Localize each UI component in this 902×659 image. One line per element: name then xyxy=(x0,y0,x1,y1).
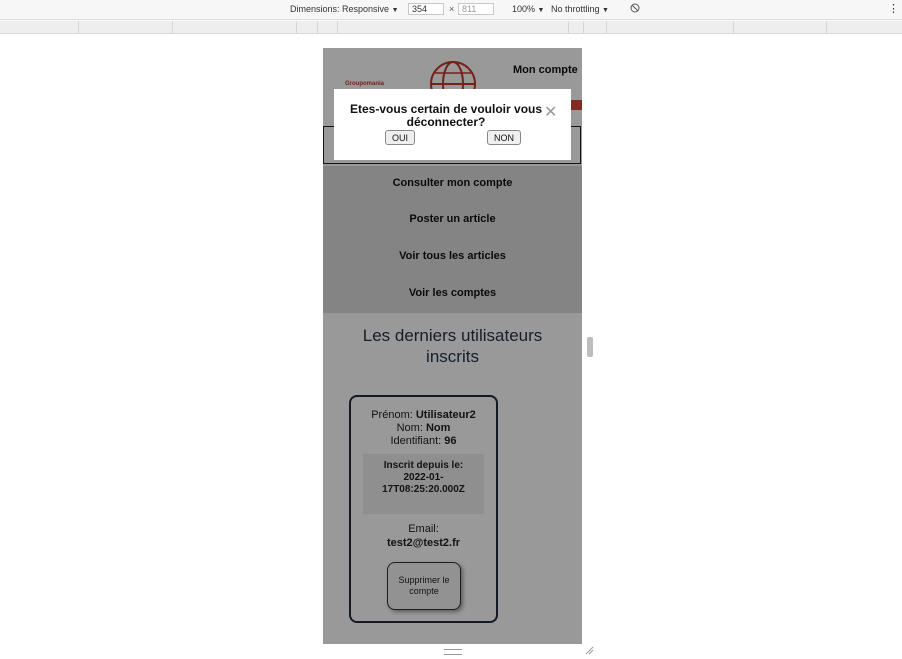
chevron-down-icon: ▼ xyxy=(602,7,609,14)
throttling-label: No throttling xyxy=(551,4,600,14)
times-sign: × xyxy=(449,4,455,14)
close-icon[interactable]: ✕ xyxy=(544,105,557,121)
rotate-icon[interactable] xyxy=(630,3,640,15)
media-query-ruler xyxy=(0,21,902,34)
resize-corner-icon[interactable] xyxy=(585,646,594,655)
zoom-label: 100% xyxy=(512,4,536,14)
dimensions-dropdown[interactable]: Dimensions: Responsive ▼ xyxy=(290,4,399,14)
chevron-down-icon: ▼ xyxy=(391,7,399,14)
confirm-no-button[interactable]: NON xyxy=(487,130,521,145)
zoom-dropdown[interactable]: 100% ▼ xyxy=(512,4,544,14)
throttling-dropdown[interactable]: No throttling ▼ xyxy=(551,4,609,14)
viewport-scrollbar[interactable] xyxy=(587,337,593,357)
dimensions-label: Dimensions: Responsive xyxy=(290,4,390,14)
viewport-height-resize-handle[interactable] xyxy=(444,649,462,655)
width-input[interactable] xyxy=(408,3,444,15)
more-options-icon[interactable]: ⋮ xyxy=(888,2,899,15)
dialog-message: Etes-vous certain de vouloir vous déconn… xyxy=(349,102,543,129)
logout-confirm-dialog: Etes-vous certain de vouloir vous déconn… xyxy=(334,89,571,160)
confirm-yes-button[interactable]: OUI xyxy=(385,130,415,145)
devtools-toolbar: Dimensions: Responsive ▼ × 100% ▼ No thr… xyxy=(0,0,902,20)
mobile-viewport: Groupomania Mon compte Consulter mon com… xyxy=(323,48,582,644)
height-input[interactable] xyxy=(458,3,494,15)
chevron-down-icon: ▼ xyxy=(537,7,545,14)
